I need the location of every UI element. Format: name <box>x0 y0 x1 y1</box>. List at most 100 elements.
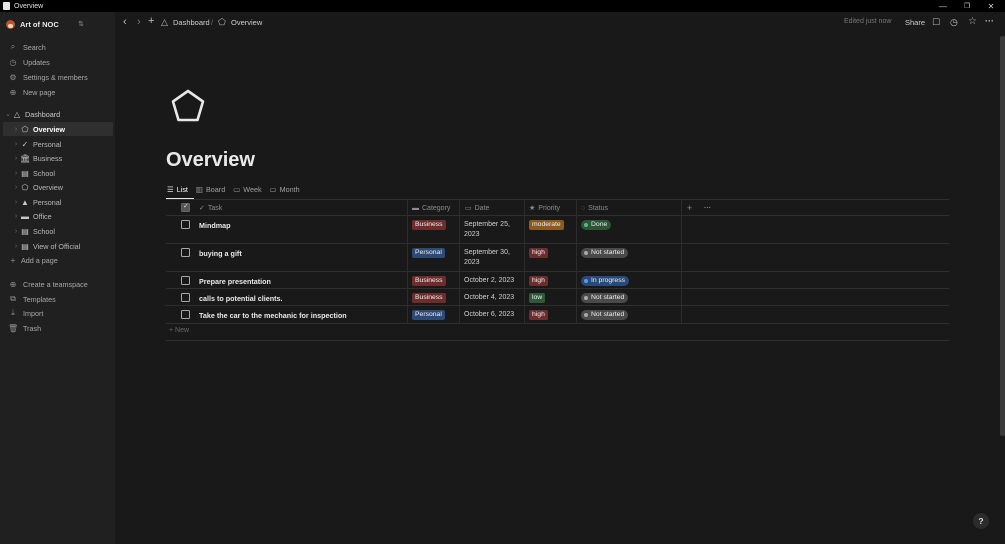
priority-tag[interactable]: low <box>529 293 546 303</box>
category-tag[interactable]: Business <box>412 220 446 230</box>
chevron-down-icon[interactable]: ⌄ <box>4 110 12 118</box>
workspace-switcher[interactable]: Art of NOC ⇅ <box>6 16 110 32</box>
column-header-task[interactable]: ✓ Task <box>199 202 222 214</box>
checkmark-icon: ✓ <box>199 205 205 212</box>
column-header-priority[interactable]: ★ Priority <box>529 202 560 214</box>
sidebar-item-import[interactable]: ⤓ Import <box>0 306 115 320</box>
sidebar-item-label: School <box>33 168 55 178</box>
column-header-category[interactable]: ▬ Category <box>412 202 450 214</box>
restore-button[interactable]: ❐ <box>955 0 979 12</box>
tab-week[interactable]: ▭ Week <box>233 182 261 196</box>
scrollbar[interactable] <box>1000 36 1005 436</box>
row-checkbox[interactable] <box>181 276 190 285</box>
forward-arrow-icon[interactable]: › <box>137 16 141 28</box>
notion-app-icon <box>3 2 10 10</box>
task-title[interactable]: Prepare presentation <box>199 277 271 286</box>
priority-tag[interactable]: high <box>529 248 548 258</box>
column-divider <box>524 200 525 323</box>
row-checkbox[interactable] <box>181 293 190 302</box>
priority-tag[interactable]: high <box>529 310 548 320</box>
tab-list[interactable]: ☰ List <box>167 182 188 196</box>
sidebar-item-label: Personal <box>33 139 62 149</box>
sidebar-item-settings[interactable]: ⚙ Settings & members <box>0 70 115 84</box>
category-tag[interactable]: Business <box>412 276 446 286</box>
sidebar-item-view-of-official[interactable]: › ▤ View of Official <box>0 239 115 253</box>
status-badge[interactable]: Not started <box>581 293 629 303</box>
briefcase-icon: ▬ <box>21 211 29 221</box>
comment-icon[interactable]: ☐ <box>932 17 940 28</box>
status-badge[interactable]: Done <box>581 220 612 230</box>
sidebar-item-office[interactable]: › ▬ Office <box>0 209 115 223</box>
sidebar-item-personal[interactable]: › ✓ Personal <box>0 137 115 151</box>
favorite-star-icon[interactable]: ☆ <box>968 16 977 27</box>
date-cell[interactable]: September 25, 2023 <box>464 220 522 240</box>
back-arrow-icon[interactable]: ‹ <box>123 16 127 28</box>
status-badge[interactable]: In progress <box>581 276 630 286</box>
priority-tag[interactable]: high <box>529 276 548 286</box>
breadcrumb-dashboard[interactable]: Dashboard <box>173 18 210 27</box>
sidebar-item-personal-2[interactable]: › ▲ Personal <box>0 195 115 209</box>
sidebar-item-create-teamspace[interactable]: ⊕ Create a teamspace <box>0 277 115 291</box>
date-cell[interactable]: October 2, 2023 <box>464 276 522 286</box>
history-icon[interactable]: ◷ <box>950 17 958 28</box>
category-tag[interactable]: Personal <box>412 310 445 320</box>
priority-tag[interactable]: moderate <box>529 220 564 230</box>
sidebar-item-templates[interactable]: ⧉ Templates <box>0 292 115 306</box>
date-cell[interactable]: October 6, 2023 <box>464 310 522 320</box>
new-row-button[interactable]: + New <box>169 327 189 334</box>
sidebar-item-add-page[interactable]: + Add a page <box>0 253 115 267</box>
sidebar-item-school[interactable]: › ▤ School <box>0 166 115 180</box>
task-title[interactable]: Take the car to the mechanic for inspect… <box>199 311 347 320</box>
sidebar-item-dashboard[interactable]: ⌄ △ Dashboard <box>0 107 115 121</box>
minimize-button[interactable]: — <box>931 0 955 12</box>
row-checkbox[interactable] <box>181 220 190 229</box>
chevron-right-icon[interactable]: › <box>12 141 20 148</box>
row-checkbox[interactable] <box>181 310 190 319</box>
more-options-icon[interactable]: ··· <box>704 202 711 214</box>
sidebar-item-updates[interactable]: ◷ Updates <box>0 55 115 69</box>
breadcrumb-overview[interactable]: Overview <box>231 18 262 27</box>
add-property-button[interactable]: + <box>687 202 692 214</box>
column-header-status[interactable]: ◌ Status <box>581 202 608 214</box>
sidebar-item-label: Settings & members <box>23 72 88 82</box>
task-title[interactable]: buying a gift <box>199 249 242 258</box>
select-all-checkbox[interactable] <box>181 202 190 212</box>
sidebar-item-overview-2[interactable]: › ⬠ Overview <box>0 180 115 194</box>
page-title[interactable]: Overview <box>166 149 255 172</box>
page-pentagon-icon[interactable] <box>169 88 207 124</box>
help-button[interactable]: ? <box>973 513 989 529</box>
more-options-icon[interactable]: ··· <box>985 16 994 26</box>
column-header-date[interactable]: ▭ Date <box>465 202 489 214</box>
sidebar-item-search[interactable]: ⌕ Search <box>0 40 115 54</box>
new-page-plus-icon[interactable]: + <box>148 15 154 27</box>
date-cell[interactable]: October 4, 2023 <box>464 293 522 303</box>
status-badge[interactable]: Not started <box>581 248 629 258</box>
close-button[interactable]: ✕ <box>979 0 1003 12</box>
tab-board[interactable]: ▥ Board <box>196 182 225 196</box>
category-tag[interactable]: Personal <box>412 248 445 258</box>
chevron-right-icon[interactable]: › <box>12 170 20 177</box>
workspace-avatar <box>6 19 15 29</box>
sidebar-item-school-2[interactable]: › ▤ School <box>0 224 115 238</box>
chevron-right-icon[interactable]: › <box>12 126 20 133</box>
sidebar-item-trash[interactable]: 🗑 Trash <box>0 321 115 335</box>
task-title[interactable]: Mindmap <box>199 221 231 230</box>
plus-circle-icon: ⊕ <box>9 87 17 97</box>
task-title[interactable]: calls to potential clients. <box>199 294 282 303</box>
chevron-right-icon[interactable]: › <box>12 243 20 250</box>
chevron-right-icon[interactable]: › <box>12 213 20 220</box>
share-button[interactable]: Share <box>905 18 925 27</box>
chevron-right-icon[interactable]: › <box>12 184 20 191</box>
chevron-right-icon[interactable]: › <box>12 228 20 235</box>
sidebar-item-business[interactable]: › 🏛 Business <box>0 151 115 165</box>
column-header-label: Status <box>588 204 609 212</box>
row-checkbox[interactable] <box>181 248 190 257</box>
status-badge[interactable]: Not started <box>581 310 629 320</box>
sidebar-item-new-page[interactable]: ⊕ New page <box>0 85 115 99</box>
chevron-right-icon[interactable]: › <box>12 155 20 162</box>
category-tag[interactable]: Business <box>412 293 446 303</box>
sidebar-item-overview[interactable]: › ⬠ Overview <box>3 122 113 136</box>
date-cell[interactable]: September 30, 2023 <box>464 248 522 268</box>
tab-month[interactable]: ▭ Month <box>270 182 300 196</box>
chevron-right-icon[interactable]: › <box>12 199 20 206</box>
